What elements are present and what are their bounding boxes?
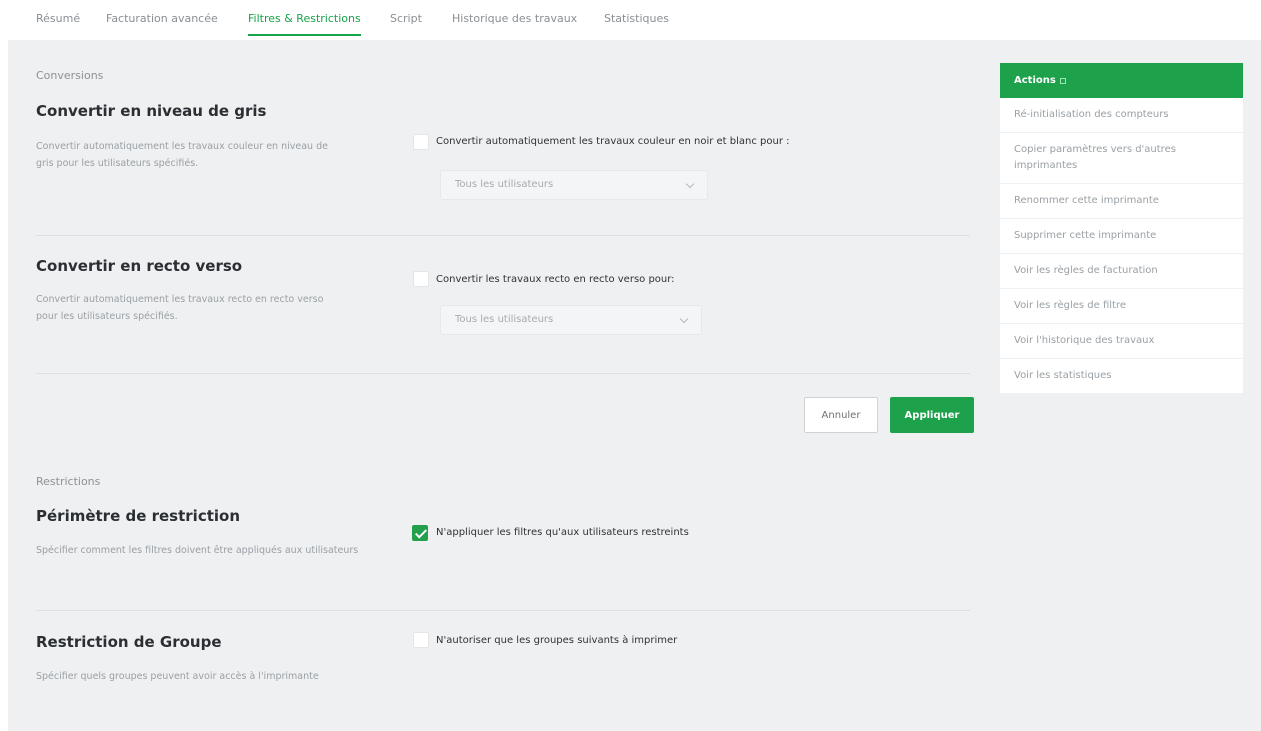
group-restriction-checkbox[interactable] [413, 632, 429, 648]
duplex-description: Convertir automatiquement les travaux re… [36, 294, 324, 322]
actions-header-label: Actions [1014, 75, 1056, 86]
duplex-checkbox-label: Convertir les travaux recto en recto ver… [436, 274, 675, 285]
actions-header: Actions [1000, 63, 1243, 98]
grayscale-select-value: Tous les utilisateurs [455, 179, 554, 190]
group-restriction-label: N'autoriser que les groupes suivants à i… [436, 635, 678, 646]
tab-script[interactable]: Script [390, 12, 422, 34]
tab-statistics[interactable]: Statistiques [604, 12, 669, 34]
duplex-select-value: Tous les utilisateurs [455, 314, 554, 325]
divider [36, 373, 970, 374]
grayscale-title: Convertir en niveau de gris [36, 102, 267, 120]
restrictions-section-label: Restrictions [36, 475, 101, 488]
grayscale-checkbox-label: Convertir automatiquement les travaux co… [436, 136, 790, 147]
duplex-title: Convertir en recto verso [36, 257, 243, 275]
grayscale-description: Convertir automatiquement les travaux co… [36, 141, 328, 169]
group-restriction-title: Restriction de Groupe [36, 633, 222, 651]
divider [36, 610, 970, 611]
action-reset-counters[interactable]: Ré-initialisation des compteurs [1000, 98, 1243, 133]
action-view-billing-rules[interactable]: Voir les règles de facturation [1000, 254, 1243, 289]
action-view-job-history[interactable]: Voir l'historique des travaux [1000, 324, 1243, 359]
menu-icon [1059, 77, 1066, 84]
action-rename-printer[interactable]: Renommer cette imprimante [1000, 184, 1243, 219]
tab-advanced-billing[interactable]: Facturation avancée [106, 12, 218, 34]
restricted-users-only-label: N'appliquer les filtres qu'aux utilisate… [436, 527, 689, 538]
action-delete-printer[interactable]: Supprimer cette imprimante [1000, 219, 1243, 254]
chevron-down-icon [685, 179, 695, 189]
conversions-section-label: Conversions [36, 69, 104, 82]
restriction-scope-title: Périmètre de restriction [36, 507, 241, 525]
tab-bar: Résumé Facturation avancée Filtres & Res… [0, 0, 1261, 40]
divider [36, 235, 970, 236]
tab-filters-restrictions[interactable]: Filtres & Restrictions [248, 12, 361, 36]
apply-button[interactable]: Appliquer [890, 397, 974, 433]
tab-resume[interactable]: Résumé [36, 12, 80, 34]
tab-job-history[interactable]: Historique des travaux [452, 12, 577, 34]
restricted-users-only-checkbox[interactable] [412, 525, 428, 541]
duplex-users-select[interactable]: Tous les utilisateurs [440, 305, 702, 335]
duplex-checkbox[interactable] [413, 271, 429, 287]
actions-panel: Actions Ré-initialisation des compteurs … [1000, 63, 1243, 394]
action-copy-settings[interactable]: Copier paramètres vers d'autres impriman… [1000, 133, 1243, 184]
grayscale-users-select[interactable]: Tous les utilisateurs [440, 170, 708, 200]
grayscale-checkbox[interactable] [413, 134, 429, 150]
restriction-scope-description: Spécifier comment les filtres doivent êt… [36, 545, 359, 556]
group-restriction-description: Spécifier quels groupes peuvent avoir ac… [36, 671, 319, 682]
chevron-down-icon [679, 314, 689, 324]
cancel-button[interactable]: Annuler [804, 397, 878, 433]
action-view-filter-rules[interactable]: Voir les règles de filtre [1000, 289, 1243, 324]
action-view-statistics[interactable]: Voir les statistiques [1000, 359, 1243, 394]
